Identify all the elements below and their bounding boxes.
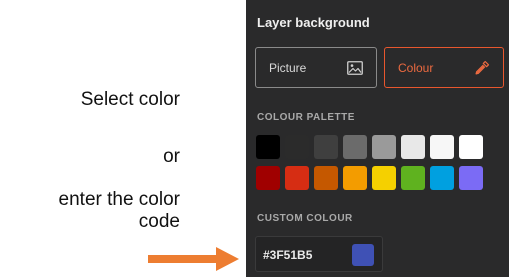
annotation-enter-line2: code [138,211,180,232]
colour-swatch[interactable] [256,135,280,159]
image-icon [347,60,363,75]
eyedropper-icon [474,60,490,76]
custom-colour-preview[interactable] [352,244,374,266]
annotation-or: or [163,146,180,167]
colour-swatch[interactable] [430,166,454,190]
custom-colour-code[interactable]: #3F51B5 [263,248,312,262]
colour-mode-label: Colour [398,60,434,75]
colour-swatch[interactable] [256,166,280,190]
colour-swatch[interactable] [459,166,483,190]
colour-swatch[interactable] [372,166,396,190]
colour-palette-label: COLOUR PALETTE [257,112,355,123]
picture-mode-label: Picture [269,60,307,75]
colour-swatch[interactable] [343,135,367,159]
colour-swatch[interactable] [343,166,367,190]
layer-background-panel: Layer background Picture Colour COLOUR P… [246,0,509,277]
colour-swatch[interactable] [401,135,425,159]
colour-swatch[interactable] [401,166,425,190]
annotation-select-color: Select color [80,89,180,110]
custom-colour-input[interactable]: #3F51B5 [255,236,383,272]
colour-swatch[interactable] [459,135,483,159]
custom-colour-label: CUSTOM COLOUR [257,213,353,224]
colour-swatch[interactable] [314,135,338,159]
picture-mode-button[interactable]: Picture [255,47,377,88]
colour-mode-button[interactable]: Colour [384,47,504,88]
annotation-enter-line1: enter the color [58,189,180,210]
colour-swatch[interactable] [285,166,309,190]
panel-title: Layer background [257,15,370,30]
annotation-enter-code: enter the color code [59,189,180,233]
colour-swatch[interactable] [314,166,338,190]
colour-swatch[interactable] [285,135,309,159]
colour-swatch[interactable] [372,135,396,159]
pointer-arrow-icon [148,247,239,271]
colour-palette-grid [256,135,483,190]
colour-swatch[interactable] [430,135,454,159]
